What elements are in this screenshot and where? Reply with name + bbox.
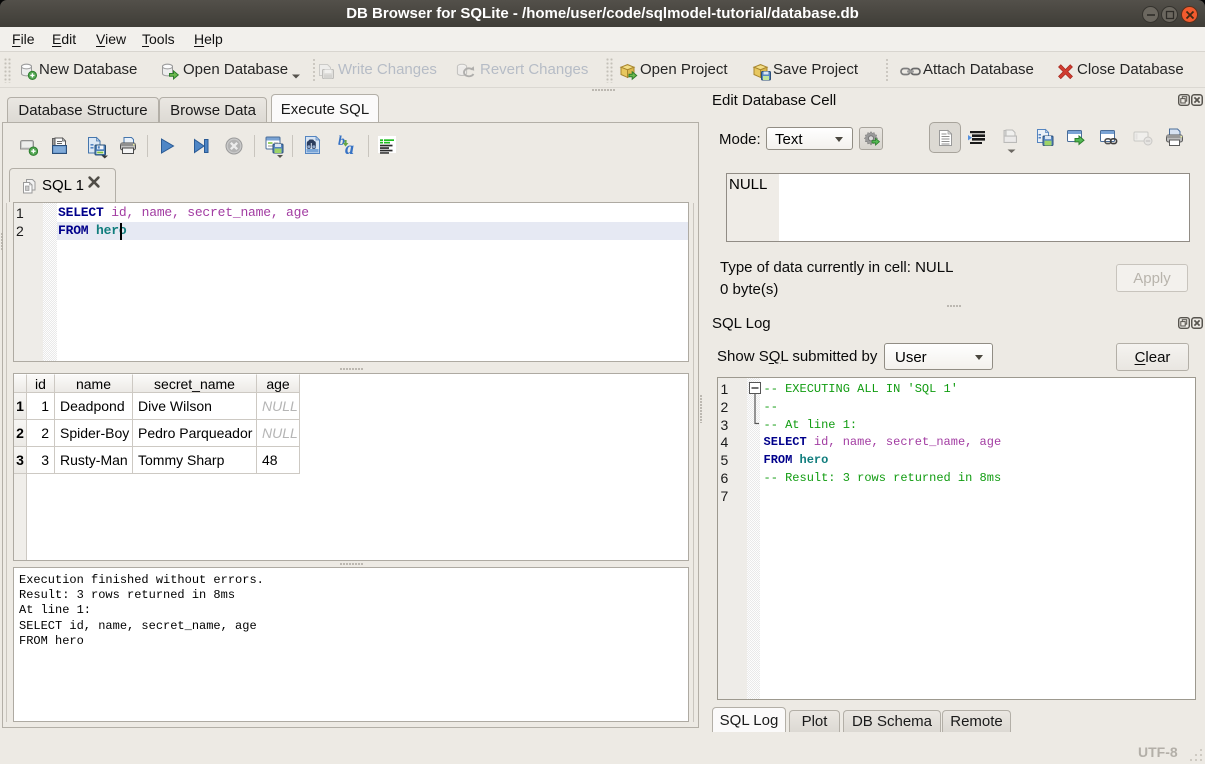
svg-text:b: b [338, 134, 345, 149]
